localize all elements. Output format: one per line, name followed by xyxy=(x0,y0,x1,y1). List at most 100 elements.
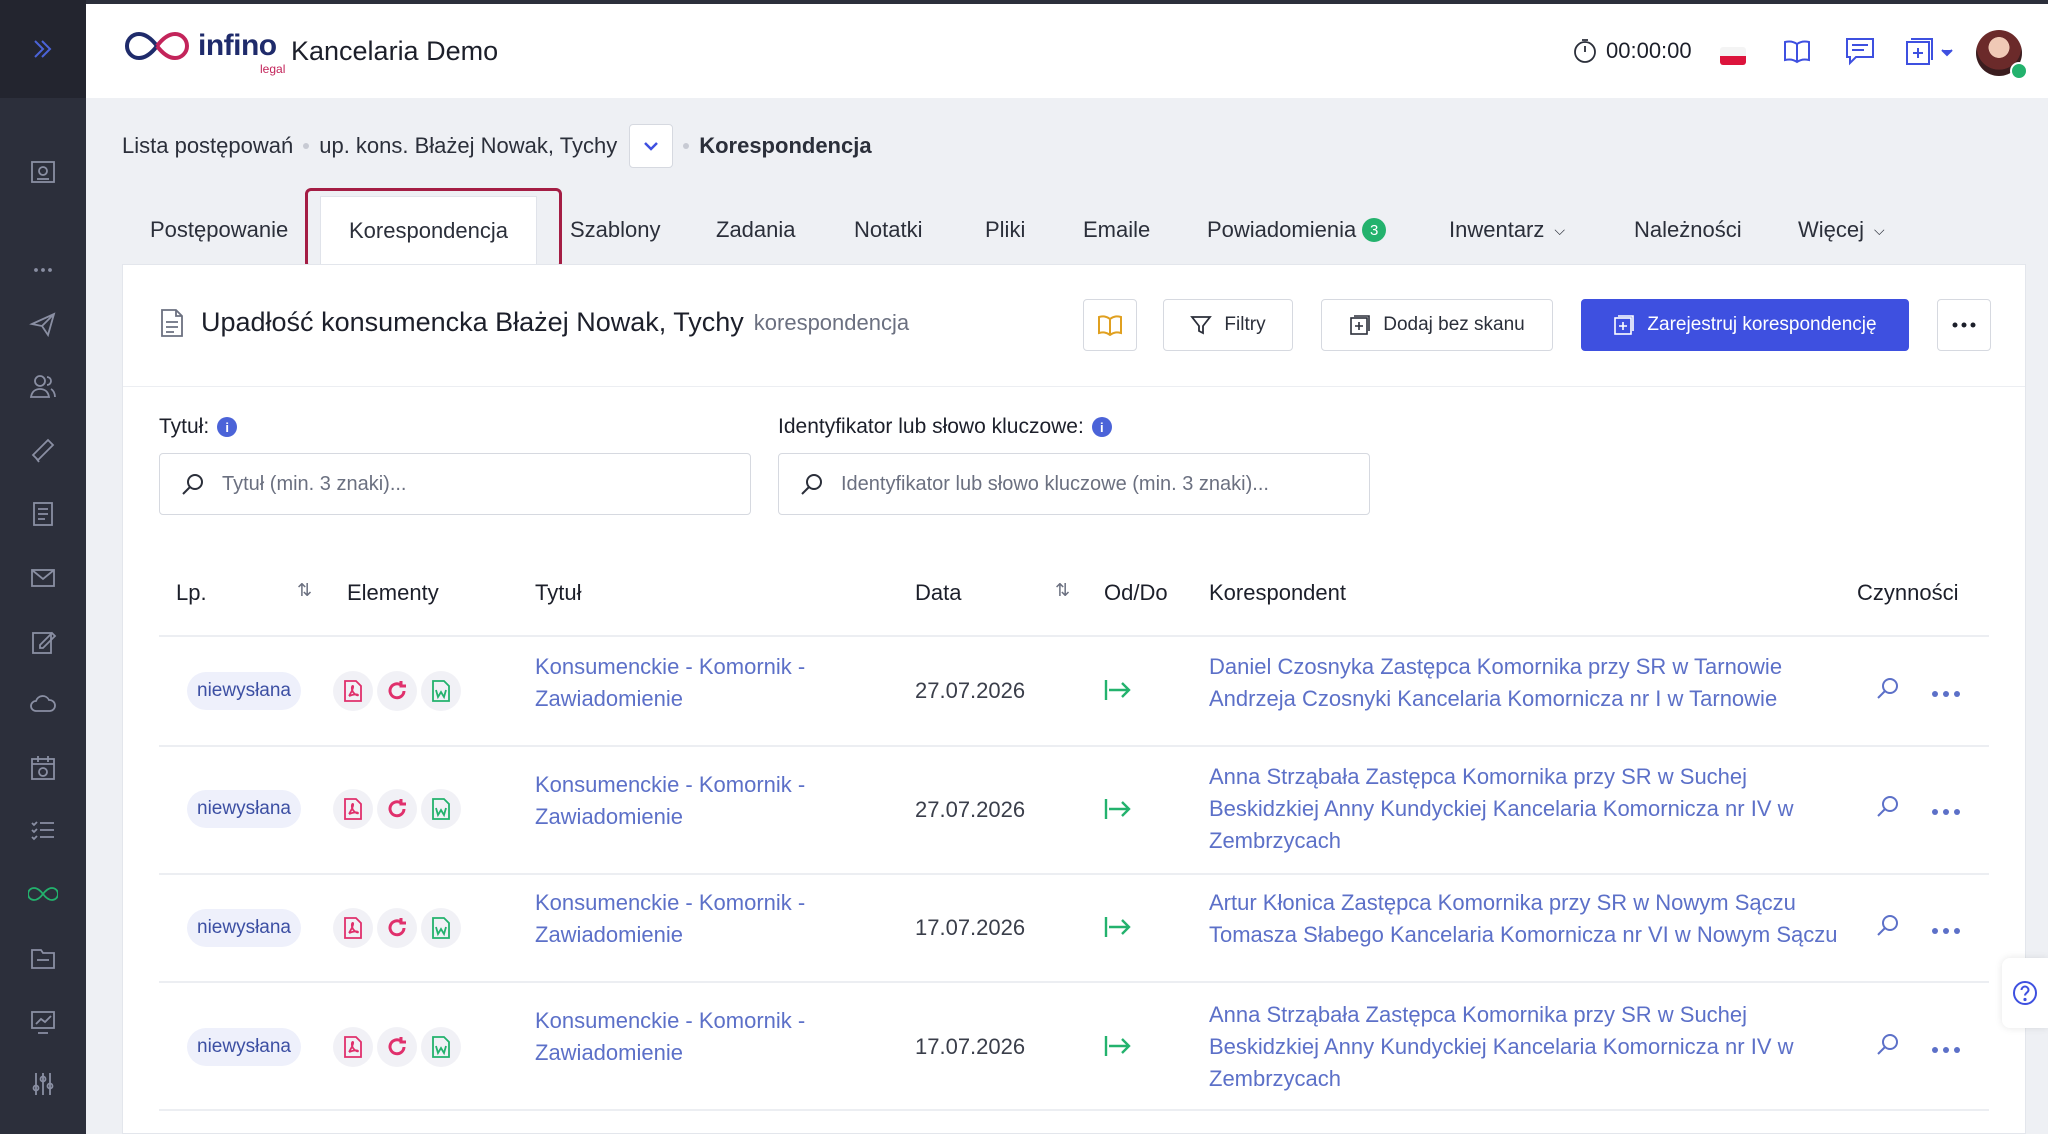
word-file-button[interactable] xyxy=(421,789,461,829)
preview-button[interactable] xyxy=(1875,675,1901,706)
tab-emaile[interactable]: Emaile xyxy=(1083,196,1150,264)
sidebar-item-calendar[interactable] xyxy=(0,744,86,792)
table-row[interactable]: niewysłana Konsumenckie - Komornik - Zawi… xyxy=(159,747,1989,873)
correspondence-title-link[interactable]: Konsumenckie - Komornik - Zawiadomienie xyxy=(535,769,805,833)
outgoing-arrow-icon xyxy=(1103,677,1133,708)
breadcrumb-root[interactable]: Lista postępowań xyxy=(122,133,293,159)
user-avatar[interactable] xyxy=(1976,30,2028,80)
tab-szablony[interactable]: Szablony xyxy=(570,196,661,264)
sidebar-item-settings[interactable] xyxy=(0,1060,86,1108)
sidebar-item-reports[interactable] xyxy=(0,998,86,1046)
table-divider xyxy=(159,1109,1989,1111)
edit-icon xyxy=(32,631,57,654)
tab-powiadomienia[interactable]: Powiadomienia 3 xyxy=(1207,196,1387,264)
info-icon[interactable]: i xyxy=(217,417,238,437)
pdf-file-button[interactable] xyxy=(333,908,373,948)
refresh-icon xyxy=(388,918,406,937)
pdf-file-button[interactable] xyxy=(333,789,373,829)
status-badge: niewysłana xyxy=(187,790,301,828)
sidebar-item-notifications[interactable] xyxy=(0,426,86,474)
row-more-button[interactable] xyxy=(1931,922,1961,940)
title-search-field[interactable] xyxy=(159,453,751,515)
tab-postepowanie[interactable]: Postępowanie xyxy=(150,196,288,264)
chevron-down-icon: ⌵ xyxy=(1874,221,1885,238)
help-widget-button[interactable] xyxy=(2002,958,2048,1028)
sidebar-item-send[interactable] xyxy=(0,300,86,348)
sidebar-item-contacts[interactable] xyxy=(0,362,86,410)
sidebar-item-dashboard[interactable] xyxy=(0,148,86,196)
row-date: 27.07.2026 xyxy=(915,797,1026,822)
tab-notatki[interactable]: Notatki xyxy=(854,196,922,264)
correspondence-title-link[interactable]: Konsumenckie - Komornik - Zawiadomienie xyxy=(535,887,805,951)
regenerate-button[interactable] xyxy=(377,789,417,829)
word-file-button[interactable] xyxy=(421,1027,461,1067)
tab-pliki[interactable]: Pliki xyxy=(985,196,1025,264)
table-row[interactable]: niewysłana Konsumenckie - Komornik - Zawi… xyxy=(159,875,1989,981)
quick-add-menu[interactable] xyxy=(1904,36,1956,73)
sidebar-item-tasks[interactable] xyxy=(0,806,86,854)
sidebar-item-folders[interactable] xyxy=(0,934,86,982)
info-icon[interactable]: i xyxy=(1091,417,1112,437)
regenerate-button[interactable] xyxy=(377,671,417,711)
add-without-scan-button[interactable]: Dodaj bez skanu xyxy=(1321,299,1553,351)
table-row[interactable]: niewysłana Konsumenckie - Komornik - Zawi… xyxy=(159,983,1989,1109)
language-flag-pl[interactable] xyxy=(1720,47,1746,65)
col-header-lp[interactable]: Lp. xyxy=(176,580,207,606)
correspondence-title-link[interactable]: Konsumenckie - Komornik - Zawiadomienie xyxy=(535,651,805,715)
sidebar-item-cloud[interactable] xyxy=(0,680,86,728)
pdf-icon xyxy=(344,917,362,939)
infino-logo-icon xyxy=(125,31,189,61)
pdf-file-button[interactable] xyxy=(333,671,373,711)
correspondent-link[interactable]: Daniel Czosnyka Zastępca Komornika przy … xyxy=(1209,651,1782,715)
tab-inwentarz[interactable]: Inwentarz ⌵ xyxy=(1449,196,1565,264)
register-correspondence-button[interactable]: Zarejestruj korespondencję xyxy=(1581,299,1909,351)
logo-sub: legal xyxy=(260,62,286,76)
col-header-date[interactable]: Data xyxy=(915,580,961,606)
row-more-button[interactable] xyxy=(1931,685,1961,703)
app-logo[interactable]: infino legal xyxy=(122,26,285,76)
tab-wiecej[interactable]: Więcej ⌵ xyxy=(1798,196,1885,264)
regenerate-button[interactable] xyxy=(377,908,417,948)
title-search-input[interactable] xyxy=(222,472,735,496)
tab-zadania[interactable]: Zadania xyxy=(716,196,796,264)
word-doc-icon xyxy=(432,798,450,820)
table-row[interactable]: niewysłana Konsumenckie - Komornik - Zawi… xyxy=(159,637,1989,745)
regenerate-button[interactable] xyxy=(377,1027,417,1067)
correspondent-link[interactable]: Anna Strząbała Zastępca Komornika przy S… xyxy=(1209,761,1794,857)
sidebar-toggle[interactable] xyxy=(0,0,86,98)
filters-button[interactable]: Filtry xyxy=(1163,299,1293,351)
sidebar-item-cases[interactable] xyxy=(0,870,86,918)
search-icon xyxy=(1877,678,1898,699)
sidebar-item-documents[interactable] xyxy=(0,490,86,538)
preview-button[interactable] xyxy=(1875,912,1901,943)
id-search-input[interactable] xyxy=(841,472,1354,496)
row-more-button[interactable] xyxy=(1931,1041,1961,1059)
id-search-field[interactable] xyxy=(778,453,1370,515)
preview-button[interactable] xyxy=(1875,1031,1901,1062)
correspondent-link[interactable]: Artur Kłonica Zastępca Komornika przy SR… xyxy=(1209,887,1838,951)
tab-naleznosci[interactable]: Należności xyxy=(1634,196,1742,264)
col-header-elements: Elementy xyxy=(347,580,439,605)
help-book-button[interactable] xyxy=(1782,36,1812,71)
chat-button[interactable] xyxy=(1844,36,1876,71)
sort-date-icon[interactable]: ⇅ xyxy=(1055,580,1070,601)
breadcrumb: Lista postępowań up. kons. Błażej Nowak,… xyxy=(122,124,872,168)
sliders-icon xyxy=(32,1073,54,1095)
docs-book-button[interactable] xyxy=(1083,299,1137,351)
word-file-button[interactable] xyxy=(421,671,461,711)
preview-button[interactable] xyxy=(1875,793,1901,824)
sort-lp-icon[interactable]: ⇅ xyxy=(297,580,312,601)
case-dropdown-button[interactable] xyxy=(629,124,674,168)
breadcrumb-case[interactable]: up. kons. Błażej Nowak, Tychy xyxy=(319,133,617,159)
notifications-count-badge: 3 xyxy=(1362,218,1387,242)
correspondence-title-link[interactable]: Konsumenckie - Komornik - Zawiadomienie xyxy=(535,1005,805,1069)
sidebar-item-mail[interactable] xyxy=(0,554,86,602)
timer[interactable]: 00:00:00 xyxy=(1572,38,1692,64)
more-options-button[interactable] xyxy=(1937,299,1991,351)
correspondent-link[interactable]: Anna Strząbała Zastępca Komornika przy S… xyxy=(1209,999,1794,1095)
sidebar-item-more[interactable] xyxy=(0,238,86,286)
pdf-file-button[interactable] xyxy=(333,1027,373,1067)
word-file-button[interactable] xyxy=(421,908,461,948)
sidebar-item-edit[interactable] xyxy=(0,618,86,666)
row-more-button[interactable] xyxy=(1931,803,1961,821)
